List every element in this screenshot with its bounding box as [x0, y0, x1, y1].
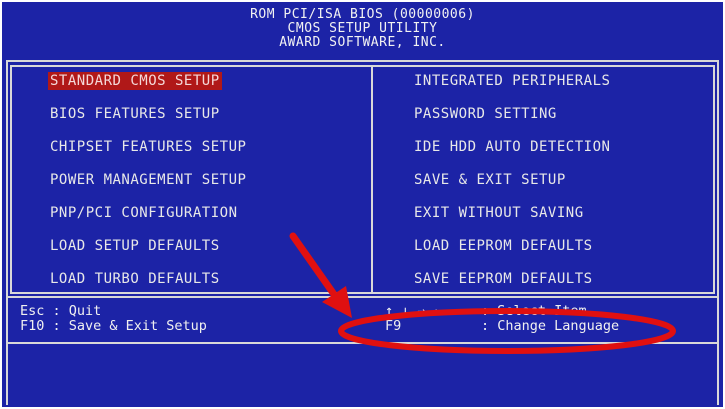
- vendor-name: AWARD SOFTWARE, INC.: [279, 35, 446, 50]
- menu-load-turbo-defaults[interactable]: LOAD TURBO DEFAULTS: [50, 270, 220, 288]
- menu-ide-hdd-auto-detection[interactable]: IDE HDD AUTO DETECTION: [414, 138, 610, 156]
- frame-left-inner: [10, 65, 12, 294]
- help-f10-save-exit: F10 : Save & Exit Setup: [20, 318, 207, 334]
- menu-load-setup-defaults[interactable]: LOAD SETUP DEFAULTS: [50, 237, 220, 255]
- menu-power-management-setup[interactable]: POWER MANAGEMENT SETUP: [50, 171, 246, 189]
- bios-header: ROM PCI/ISA BIOS (00000006) CMOS SETUP U…: [2, 2, 723, 60]
- bios-screen: ROM PCI/ISA BIOS (00000006) CMOS SETUP U…: [2, 2, 723, 407]
- frame-menu-bottom: [10, 292, 715, 294]
- menu-bios-features-setup[interactable]: BIOS FEATURES SETUP: [50, 105, 220, 123]
- help-change-language: : Change Language: [481, 318, 620, 334]
- menu-standard-cmos-setup[interactable]: STANDARD CMOS SETUP: [48, 72, 222, 90]
- menu-pnp-pci-configuration[interactable]: PNP/PCI CONFIGURATION: [50, 204, 238, 222]
- menu-chipset-features-setup[interactable]: CHIPSET FEATURES SETUP: [50, 138, 246, 156]
- menu-exit-without-saving[interactable]: EXIT WITHOUT SAVING: [414, 204, 584, 222]
- frame-column-divider: [371, 65, 373, 294]
- menu-load-eeprom-defaults[interactable]: LOAD EEPROM DEFAULTS: [414, 237, 593, 255]
- frame-right-inner: [713, 65, 715, 294]
- help-arrow-keys: ↑ ↓ → ←: [385, 303, 442, 319]
- menu-save-eeprom-defaults[interactable]: SAVE EEPROM DEFAULTS: [414, 270, 593, 288]
- frame-help-top: [6, 296, 719, 298]
- frame-top-outer: [6, 60, 719, 62]
- menu-save-exit-setup[interactable]: SAVE & EXIT SETUP: [414, 171, 566, 189]
- frame-right-outer: [717, 60, 719, 405]
- help-esc-quit: Esc : Quit: [20, 303, 102, 319]
- frame-top-inner: [10, 65, 715, 67]
- menu-password-setting[interactable]: PASSWORD SETTING: [414, 105, 557, 123]
- frame-help-bottom: [6, 342, 719, 344]
- menu-integrated-peripherals[interactable]: INTEGRATED PERIPHERALS: [414, 72, 610, 90]
- frame-left-outer: [6, 60, 8, 405]
- help-f9-key: F9: [385, 318, 402, 334]
- bios-title: ROM PCI/ISA BIOS (00000006): [250, 7, 475, 22]
- utility-title: CMOS SETUP UTILITY: [287, 21, 438, 36]
- help-select-item: : Select Item: [481, 303, 587, 319]
